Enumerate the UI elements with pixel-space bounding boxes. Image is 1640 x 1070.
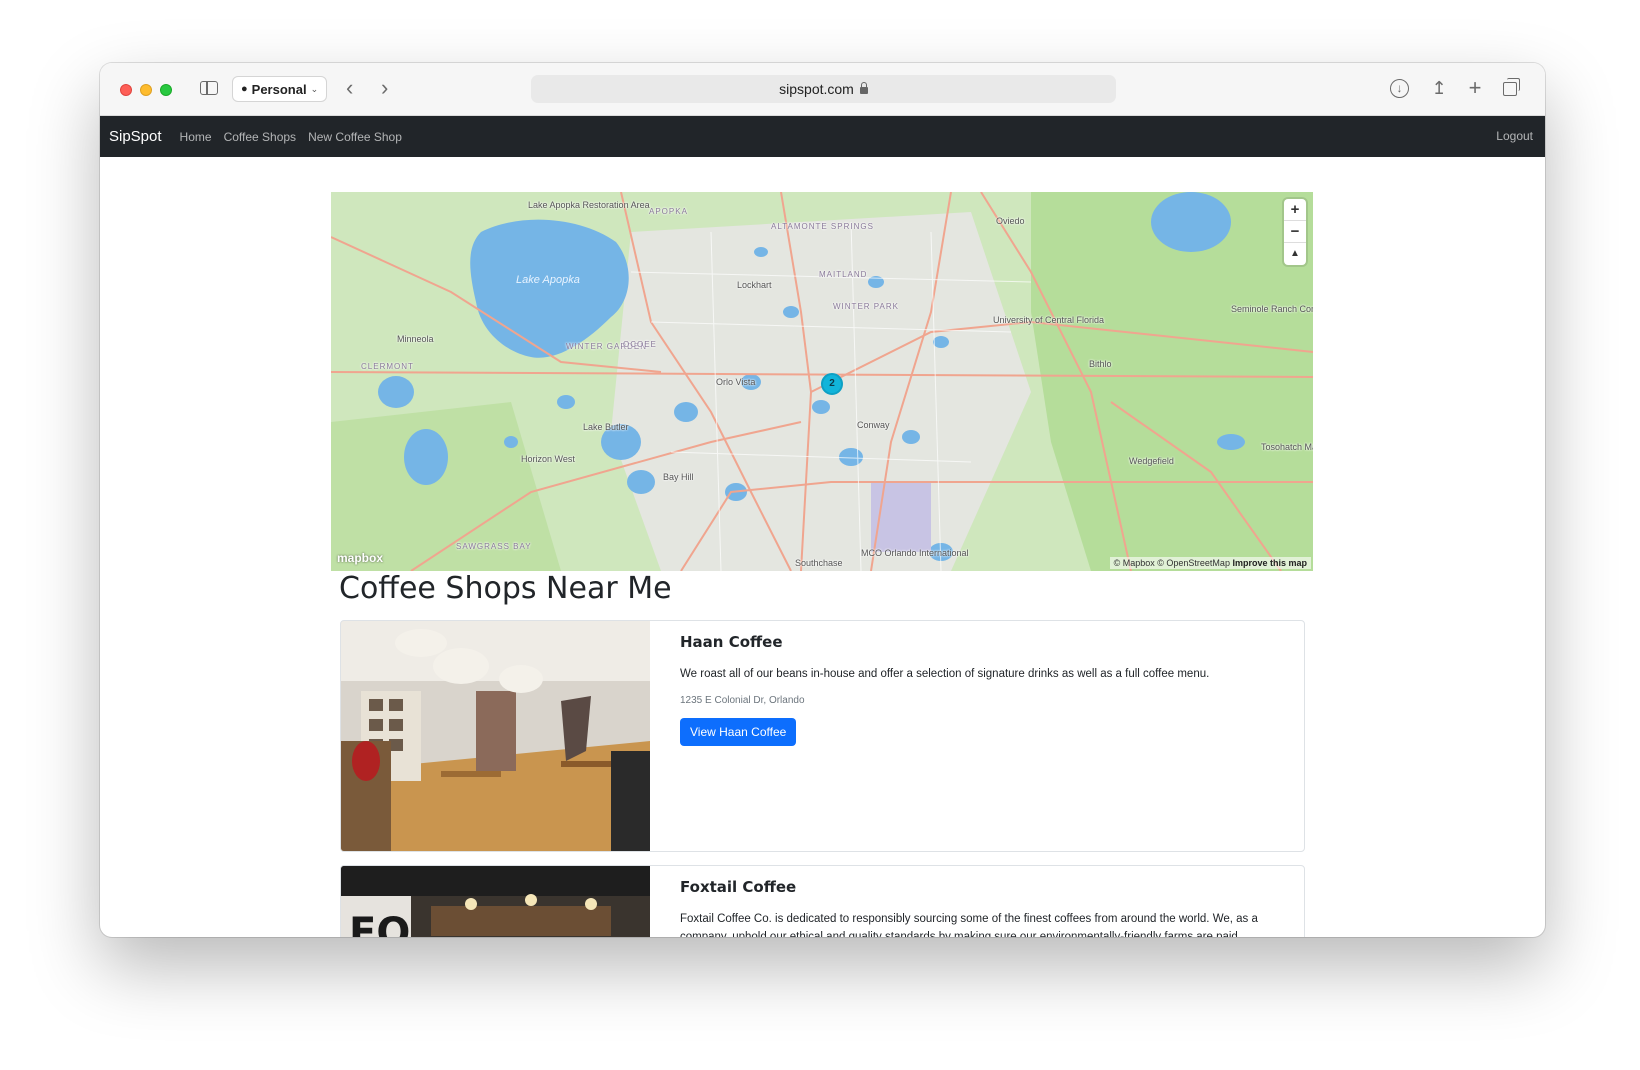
page-title: Coffee Shops Near Me: [339, 571, 672, 606]
coffee-shop-photo: FO: [341, 866, 650, 937]
map-cluster-marker[interactable]: 2: [821, 373, 843, 395]
map-attribution: © Mapbox © OpenStreetMap Improve this ma…: [1109, 557, 1311, 569]
chevron-down-icon: ⌄: [310, 83, 319, 94]
sidebar-toggle-icon[interactable]: [200, 81, 218, 95]
shop-description: Foxtail Coffee Co. is dedicated to respo…: [680, 913, 1258, 937]
map-label: OCOEE: [623, 340, 657, 349]
map-label: APOPKA: [649, 207, 688, 216]
shop-description: We roast all of our beans in-house and o…: [680, 668, 1210, 680]
brand-link[interactable]: SipSpot: [109, 128, 162, 145]
map-label: MAITLAND: [819, 270, 868, 279]
map-label: Bithlo: [1089, 359, 1112, 369]
coffee-shop-photo: [341, 621, 650, 851]
map-label: University of Central Florida: [993, 315, 1105, 325]
share-icon[interactable]: ↥: [1428, 77, 1450, 99]
map-label: SAWGRASS BAY: [456, 542, 532, 551]
back-arrow-icon[interactable]: ‹: [346, 77, 353, 99]
cluster-map[interactable]: Lake Apopka Restoration Area APOPKA ALTA…: [331, 192, 1313, 571]
map-label: CLERMONT: [361, 362, 414, 371]
map-label: Minneola: [397, 334, 434, 344]
card-body: Haan Coffee We roast all of our beans in…: [680, 633, 1288, 746]
zoom-out-button[interactable]: −: [1284, 221, 1306, 243]
app-navbar: SipSpot Home Coffee Shops New Coffee Sho…: [100, 116, 1545, 157]
forward-arrow-icon[interactable]: ›: [381, 77, 388, 99]
map-label: Bay Hill: [663, 472, 694, 482]
map-label: Lake Apopka: [516, 274, 580, 286]
map-label: Conway: [857, 420, 890, 430]
zoom-in-button[interactable]: +: [1284, 199, 1306, 221]
page-content: Lake Apopka Restoration Area APOPKA ALTA…: [100, 157, 1545, 937]
map-label: ALTAMONTE SPRINGS: [771, 222, 874, 231]
svg-text:FO: FO: [349, 910, 410, 937]
tab-overview-icon[interactable]: [1500, 77, 1522, 99]
map-zoom-controls: + − ▲: [1284, 199, 1306, 265]
url-text: sipspot.com: [779, 81, 854, 97]
map-label: Lake Apopka Restoration Area: [528, 200, 650, 210]
person-icon: ●: [241, 83, 248, 95]
shop-name: Foxtail Coffee: [680, 878, 797, 896]
mapbox-logo[interactable]: mapbox: [337, 551, 383, 565]
map-label: MCO Orlando International: [861, 548, 969, 558]
map-label: Southchase: [795, 558, 843, 568]
map-label: Seminole Ranch Conservation Are: [1231, 304, 1313, 314]
shop-address: 1235 E Colonial Dr, Orlando: [680, 695, 805, 706]
profile-label: Personal: [251, 81, 307, 97]
minimize-window-button[interactable]: [140, 84, 152, 96]
map-label: WINTER PARK: [833, 302, 899, 311]
browser-window: ● Personal ⌄ ‹ › sipspot.com ↓ ↥ + SipSp…: [100, 63, 1545, 937]
address-bar[interactable]: sipspot.com: [531, 75, 1116, 103]
coffee-shop-card: Haan Coffee We roast all of our beans in…: [340, 620, 1305, 852]
card-body: Foxtail Coffee Foxtail Coffee Co. is ded…: [680, 878, 1288, 937]
map-label: Orlo Vista: [716, 377, 756, 387]
map-label: Wedgefield: [1129, 456, 1174, 466]
map-label: Lake Butler: [583, 422, 629, 432]
download-icon[interactable]: ↓: [1390, 79, 1409, 98]
coffee-shop-card: FO Foxtail Coffee Foxtail Coffee Co. is …: [340, 865, 1305, 937]
map-label: Horizon West: [521, 454, 575, 464]
view-shop-button[interactable]: View Haan Coffee: [680, 718, 797, 746]
improve-map-link[interactable]: Improve this map: [1232, 558, 1307, 568]
nav-home[interactable]: Home: [180, 130, 212, 144]
browser-toolbar: ● Personal ⌄ ‹ › sipspot.com ↓ ↥ +: [100, 63, 1545, 116]
map-label: Oviedo: [996, 216, 1025, 226]
nav-new-coffee-shop[interactable]: New Coffee Shop: [308, 130, 402, 144]
map-label: Lockhart: [737, 280, 772, 290]
lock-icon: [859, 82, 868, 94]
nav-coffee-shops[interactable]: Coffee Shops: [224, 130, 297, 144]
shop-name: Haan Coffee: [680, 633, 783, 651]
close-window-button[interactable]: [120, 84, 132, 96]
map-label: Tosohatch Managem: [1261, 442, 1313, 452]
nav-logout[interactable]: Logout: [1496, 129, 1533, 143]
compass-icon[interactable]: ▲: [1284, 243, 1306, 265]
new-tab-icon[interactable]: +: [1464, 77, 1486, 99]
profile-selector[interactable]: ● Personal ⌄: [232, 76, 328, 102]
zoom-window-button[interactable]: [160, 84, 172, 96]
attribution-text[interactable]: © Mapbox © OpenStreetMap: [1114, 558, 1230, 568]
